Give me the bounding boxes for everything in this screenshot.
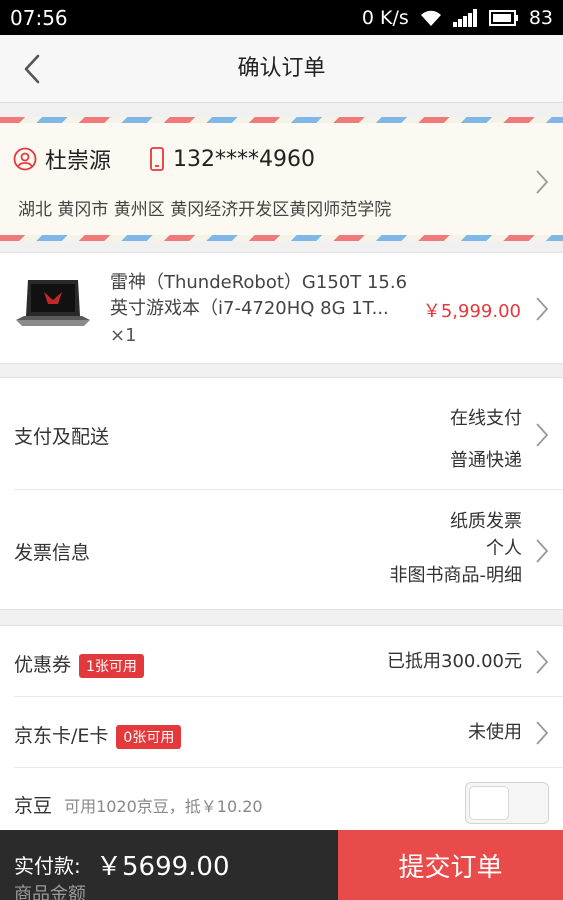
invoice-content: 非图书商品-明细 [389, 565, 523, 586]
status-time: 07:56 [10, 5, 68, 30]
product-item[interactable]: 雷神（ThundeRobot）G150T 15.6英寸游戏本（i7-4720HQ… [0, 252, 563, 364]
net-speed: 0 K/s [361, 6, 409, 29]
battery-level: 83 [528, 6, 553, 29]
coupon-value: 已抵用300.00元 [387, 651, 522, 672]
delivery-method: 普通快递 [450, 450, 522, 471]
address-card[interactable]: 杜崇源 132****4960 湖北 黄冈市 黄州区 黄冈经济开发区黄冈师范学院 [0, 117, 563, 241]
product-name: 雷神（ThundeRobot）G150T 15.6英寸游戏本（i7-4720HQ… [110, 272, 408, 319]
airmail-border-bottom [0, 235, 563, 241]
jdcard-label: 京东卡/E卡 [14, 725, 109, 747]
chevron-right-icon [536, 170, 549, 194]
jingdou-desc: 可用1020京豆，抵￥10.20 [64, 797, 263, 816]
coupon-row[interactable]: 优惠券 1张可用 已抵用300.00元 [14, 626, 563, 697]
jingdou-toggle[interactable] [465, 782, 549, 824]
discount-card: 优惠券 1张可用 已抵用300.00元 京东卡/E卡 0张可用 未使用 京豆 可用1… [0, 625, 563, 835]
jdcard-badge: 0张可用 [116, 724, 182, 749]
chevron-right-icon [536, 297, 549, 321]
product-quantity: ×1 [110, 325, 137, 346]
battery-icon [488, 9, 519, 27]
receiver-name: 杜崇源 [45, 149, 112, 174]
status-bar: 07:56 0 K/s 83 [0, 0, 563, 35]
jdcard-row[interactable]: 京东卡/E卡 0张可用 未使用 [14, 697, 563, 768]
user-icon [13, 147, 37, 171]
back-arrow-icon [24, 54, 40, 84]
pay-summary: 实付款: ￥5699.00 商品金额 [0, 830, 338, 900]
nav-bar: 确认订单 [0, 35, 563, 103]
invoice-title: 个人 [486, 538, 522, 559]
bottom-bar: 实付款: ￥5699.00 商品金额 提交订单 [0, 830, 563, 900]
invoice-type: 纸质发票 [450, 511, 522, 532]
chevron-right-icon [536, 650, 549, 674]
toggle-knob [469, 786, 509, 820]
back-button[interactable] [12, 49, 52, 89]
invoice-row[interactable]: 发票信息 纸质发票 个人 非图书商品-明细 [14, 490, 563, 609]
payment-delivery-label: 支付及配送 [14, 426, 110, 448]
payment-invoice-card: 支付及配送 在线支付 普通快递 发票信息 纸质发票 个人 非图书商品-明细 [0, 377, 563, 610]
pay-amount: ￥5699.00 [96, 852, 230, 882]
goods-amount-label: 商品金额 [14, 884, 86, 900]
product-price: ￥5,999.00 [422, 301, 521, 322]
chevron-right-icon [536, 721, 549, 745]
chevron-right-icon [536, 423, 549, 447]
jdcard-value: 未使用 [468, 722, 522, 743]
laptop-thumbnail [16, 280, 90, 326]
receiver-phone: 132****4960 [173, 146, 315, 172]
submit-order-button[interactable]: 提交订单 [338, 830, 563, 900]
coupon-badge: 1张可用 [79, 653, 144, 678]
jingdou-label: 京豆 [14, 795, 53, 817]
wifi-icon [419, 9, 443, 27]
coupon-label: 优惠券 [14, 654, 72, 676]
invoice-label: 发票信息 [14, 542, 91, 564]
jingdou-row: 京豆 可用1020京豆，抵￥10.20 [14, 768, 563, 836]
chevron-right-icon [536, 539, 549, 563]
page-title: 确认订单 [237, 56, 326, 81]
receiver-address: 湖北 黄冈市 黄州区 黄冈经济开发区黄冈师范学院 [18, 200, 392, 220]
payment-method: 在线支付 [450, 408, 522, 429]
phone-icon [150, 147, 164, 171]
payment-delivery-row[interactable]: 支付及配送 在线支付 普通快递 [14, 378, 563, 490]
pay-label: 实付款: [14, 854, 81, 878]
signal-icon [452, 8, 479, 27]
